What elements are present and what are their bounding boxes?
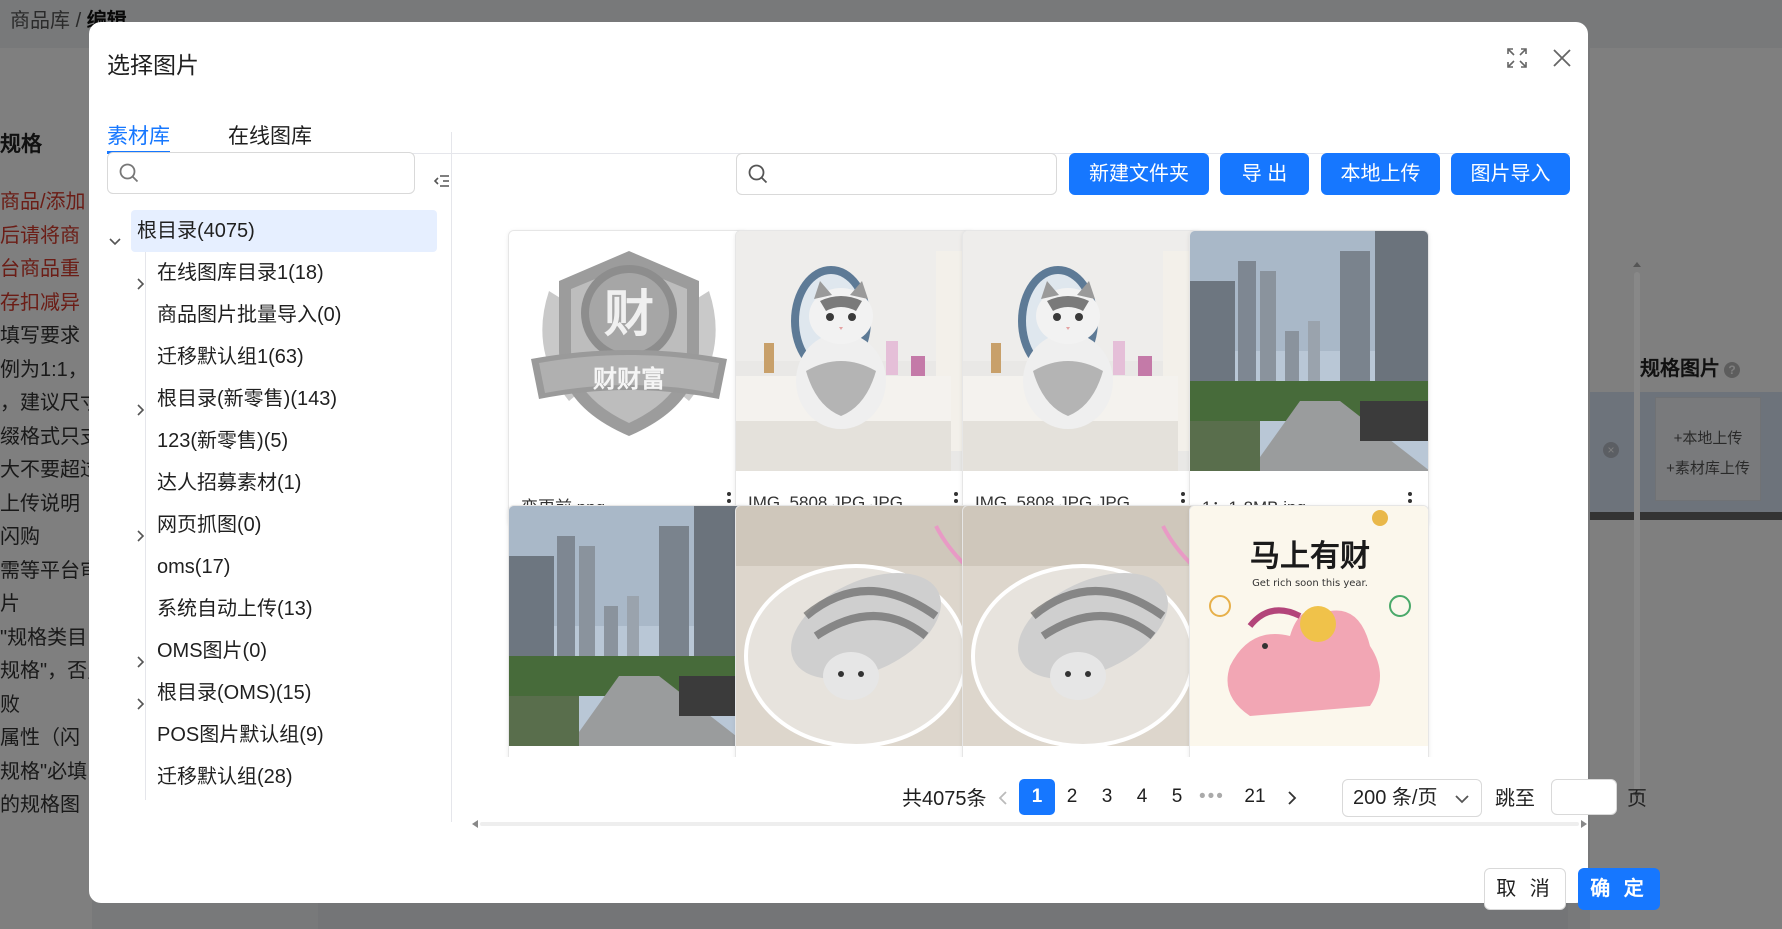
tree-node[interactable]: 系统自动上传(13): [107, 588, 437, 630]
tree-node-label: oms(17): [157, 556, 231, 578]
chevron-right-icon[interactable]: [133, 685, 149, 710]
jump-page-input[interactable]: [1551, 779, 1617, 815]
tree-root-node[interactable]: 根目录(4075): [109, 210, 437, 252]
tree-node[interactable]: 网页抓图(0): [107, 504, 437, 546]
image-card[interactable]: [735, 505, 975, 757]
image-thumbnail[interactable]: [963, 506, 1201, 746]
select-image-modal: 选择图片 素材库 在线图库 根目录(4075) 在线图库目录1(18) 商品图片批量…: [89, 22, 1660, 910]
fullscreen-icon[interactable]: [1505, 46, 1529, 70]
horizontal-scrollbar[interactable]: [472, 818, 1587, 830]
search-icon: [119, 163, 139, 183]
page-last-button[interactable]: 21: [1237, 779, 1273, 815]
tree-node-label: 系统自动上传(13): [157, 598, 313, 620]
export-button[interactable]: 导 出: [1220, 153, 1309, 195]
image-card[interactable]: 1：1-8MB.jpg: [1189, 230, 1429, 526]
chevron-right-icon[interactable]: [133, 265, 149, 290]
image-card[interactable]: [508, 505, 748, 757]
image-card[interactable]: IMG_5808.JPG.JPG: [735, 230, 975, 526]
tree-node[interactable]: 根目录(新零售)(143): [107, 378, 437, 420]
page-5-button[interactable]: 5: [1159, 779, 1195, 815]
image-card[interactable]: [962, 505, 1202, 757]
tree-node[interactable]: POS图片默认组(9): [107, 714, 437, 756]
tree-node[interactable]: 商品图片批量导入(0): [107, 294, 437, 336]
tree-node-label: 达人招募素材(1): [157, 472, 302, 494]
tree-node-label: 商品图片批量导入(0): [157, 304, 342, 326]
page-2-button[interactable]: 2: [1054, 779, 1090, 815]
card-title-text: 马上有财: [1250, 539, 1370, 574]
image-grid: 财 财财富 变更前.png IMG_5808.JPG.JPG: [472, 214, 1587, 757]
image-thumbnail[interactable]: 马上有财 Get rich soon this year.: [1190, 506, 1428, 746]
folder-search-input[interactable]: [107, 152, 415, 194]
tree-node-label: 根目录(4075): [137, 220, 255, 242]
tree-node[interactable]: 123(新零售)(5): [107, 420, 437, 462]
jump-label: 跳至: [1495, 788, 1535, 810]
chevron-right-icon[interactable]: [133, 391, 149, 416]
tree-node-label: 根目录(OMS)(15): [157, 682, 312, 704]
image-card[interactable]: IMG_5808.JPG.JPG: [962, 230, 1202, 526]
tree-node[interactable]: 达人招募素材(1): [107, 462, 437, 504]
tree-node[interactable]: 迁移默认组1(63): [107, 336, 437, 378]
tree-node[interactable]: 迁移默认组(28): [107, 756, 437, 798]
image-thumbnail[interactable]: [1190, 231, 1428, 471]
image-card[interactable]: 马上有财 Get rich soon this year.: [1189, 505, 1429, 757]
badge-glyph: 财: [604, 285, 654, 343]
image-thumbnail[interactable]: [963, 231, 1201, 471]
page-size-select[interactable]: 200 条/页: [1342, 779, 1482, 817]
tree-node[interactable]: 在线图库目录1(18): [107, 252, 437, 294]
image-thumbnail[interactable]: [509, 506, 747, 746]
card-subtitle-text: Get rich soon this year.: [1252, 578, 1368, 589]
page-4-button[interactable]: 4: [1124, 779, 1160, 815]
page-3-button[interactable]: 3: [1089, 779, 1125, 815]
vertical-scrollbar[interactable]: [1632, 262, 1642, 798]
tree-node-label: 迁移默认组1(63): [157, 346, 304, 368]
tree-node-label: 123(新零售)(5): [157, 430, 289, 452]
close-icon[interactable]: [1548, 44, 1576, 72]
page-1-button[interactable]: 1: [1019, 779, 1055, 815]
chevron-down-icon[interactable]: [107, 223, 123, 246]
new-folder-button[interactable]: 新建文件夹: [1069, 153, 1209, 195]
confirm-button[interactable]: 确 定: [1578, 868, 1660, 910]
page-size-value: 200 条/页: [1353, 787, 1438, 809]
cancel-button[interactable]: 取 消: [1484, 868, 1566, 910]
tree-node-label: 迁移默认组(28): [157, 766, 293, 788]
modal-title: 选择图片: [107, 52, 199, 78]
tree-node[interactable]: 根目录(OMS)(15): [107, 672, 437, 714]
tab-material-library[interactable]: 素材库: [107, 120, 170, 150]
tab-online-gallery[interactable]: 在线图库: [228, 120, 312, 150]
tree-node-label: 在线图库目录1(18): [157, 262, 324, 284]
search-icon: [748, 164, 768, 184]
image-import-button[interactable]: 图片导入: [1451, 153, 1570, 195]
chevron-right-icon[interactable]: [133, 517, 149, 542]
pagination-total: 共4075条: [902, 788, 987, 810]
local-upload-button[interactable]: 本地上传: [1321, 153, 1440, 195]
image-thumbnail[interactable]: [736, 506, 974, 746]
image-card[interactable]: 财 财财富 变更前.png: [508, 230, 748, 526]
next-page-icon[interactable]: [1282, 788, 1302, 808]
page-suffix: 页: [1627, 788, 1647, 810]
tree-node[interactable]: oms(17): [107, 546, 437, 588]
folder-tree: 根目录(4075) 在线图库目录1(18) 商品图片批量导入(0) 迁移默认组1(63…: [107, 210, 437, 800]
collapse-sidebar-icon[interactable]: [433, 172, 451, 190]
chevron-down-icon: [1455, 795, 1469, 804]
image-thumbnail[interactable]: 财 财财富: [509, 231, 747, 471]
tree-node-label: OMS图片(0): [157, 640, 267, 662]
tree-node-label: 根目录(新零售)(143): [157, 388, 338, 410]
tree-node[interactable]: OMS图片(0): [107, 630, 437, 672]
panel-divider: [451, 132, 452, 822]
prev-page-icon[interactable]: [993, 788, 1013, 808]
modal-tabs: 素材库 在线图库: [107, 98, 1570, 154]
image-thumbnail[interactable]: [736, 231, 974, 471]
tree-node-label: 网页抓图(0): [157, 514, 262, 536]
chevron-right-icon[interactable]: [133, 643, 149, 668]
tree-node-label: POS图片默认组(9): [157, 724, 324, 746]
badge-ribbon-text: 财财富: [593, 365, 665, 393]
image-search-input[interactable]: [736, 153, 1057, 195]
page-ellipsis[interactable]: •••: [1199, 779, 1225, 815]
